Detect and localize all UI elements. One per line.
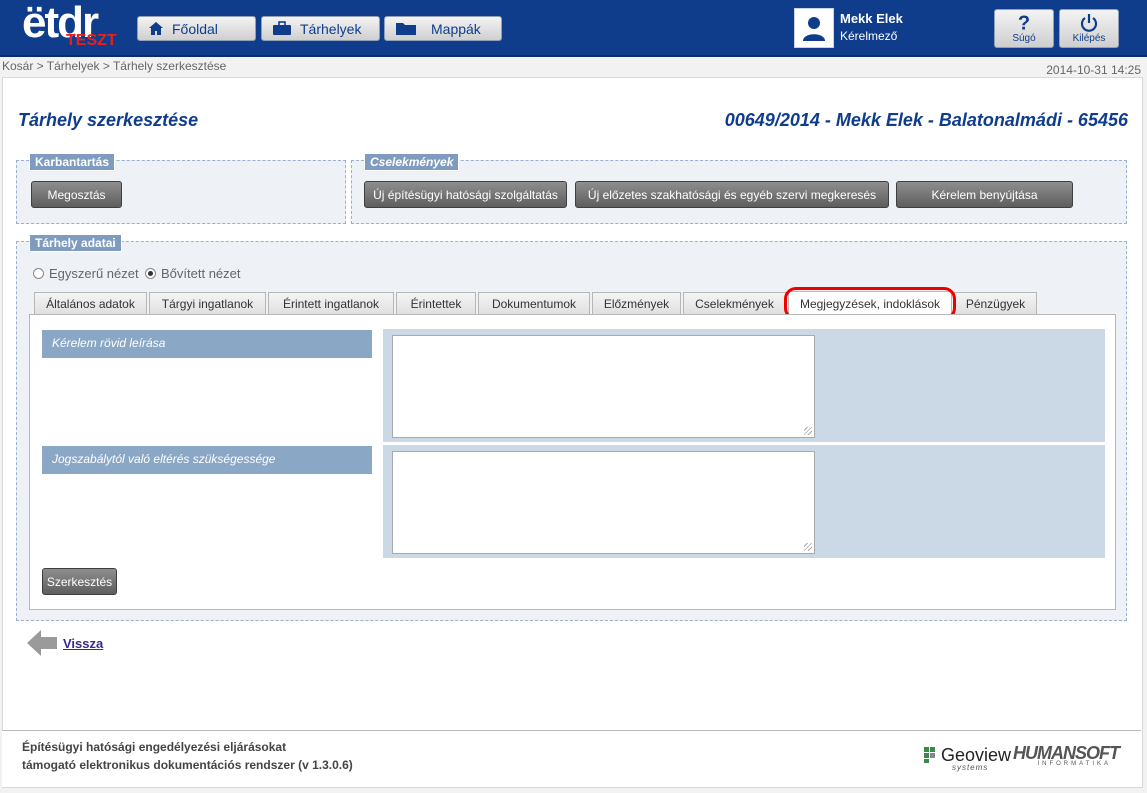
view-simple-radio[interactable]: Egyszerű nézet	[33, 266, 139, 281]
share-button[interactable]: Megosztás	[31, 181, 122, 208]
actions-fieldset: Cselekmények Új építésügyi hatósági szol…	[351, 153, 1127, 224]
field-area-short-description	[383, 329, 1105, 442]
top-bar: ёtdr TESZT Főoldal Tárhelyek Mappák Mekk…	[0, 0, 1147, 57]
short-description-textarea[interactable]	[392, 335, 815, 438]
avatar	[794, 8, 834, 48]
humansoft-logo[interactable]: HUMANSOFT INFORMATIKA	[1013, 743, 1120, 767]
home-icon	[149, 22, 163, 35]
current-datetime: 2014-10-31 14:25	[1046, 63, 1141, 77]
new-preliminary-request-button[interactable]: Új előzetes szakhatósági és egyéb szervi…	[575, 181, 889, 208]
svg-text:?: ?	[1018, 13, 1030, 33]
field-label-short-description: Kérelem rövid leírása	[42, 330, 372, 358]
tab-finances[interactable]: Pénzügyek	[954, 292, 1037, 314]
view-simple-label: Egyszerű nézet	[49, 266, 139, 281]
tab-panel: Kérelem rövid leírása Jogszabálytól való…	[29, 314, 1116, 610]
nav-home-button[interactable]: Főoldal	[137, 16, 256, 41]
footer-line-1: Építésügyi hatósági engedélyezési eljárá…	[22, 740, 287, 754]
briefcase-icon	[273, 21, 291, 35]
tab-actions[interactable]: Cselekmények	[683, 292, 786, 314]
breadcrumb[interactable]: Kosár > Tárhelyek > Tárhely szerkesztése	[2, 59, 226, 73]
view-extended-label: Bővített nézet	[161, 266, 241, 281]
page-title: Tárhely szerkesztése	[18, 110, 199, 130]
breadcrumb-bar: Kosár > Tárhelyek > Tárhely szerkesztése…	[0, 57, 1147, 77]
humansoft-sub: INFORMATIKA	[1037, 761, 1111, 767]
resize-grip-icon[interactable]	[804, 543, 812, 551]
case-reference: 00649/2014 - Mekk Elek - Balatonalmádi -…	[724, 110, 1128, 130]
edit-button[interactable]: Szerkesztés	[42, 568, 117, 595]
question-icon: ?	[1018, 13, 1030, 33]
power-icon	[1080, 14, 1098, 32]
logo-test-badge: TESZT	[66, 32, 117, 49]
logout-label: Kilépés	[1072, 33, 1106, 44]
storage-data-legend: Tárhely adatai	[29, 234, 122, 252]
footer-line-2: támogató elektronikus dokumentációs rend…	[22, 758, 353, 772]
user-info[interactable]: Mekk Elek Kérelmező	[794, 8, 984, 48]
user-role: Kérelmező	[840, 29, 898, 43]
back-label[interactable]: Vissza	[63, 636, 103, 651]
maintenance-legend: Karbantartás	[29, 153, 116, 171]
geoview-logo[interactable]: Geoview systems	[923, 745, 1011, 772]
footer: Építésügyi hatósági engedélyezési eljárá…	[2, 730, 1141, 787]
new-authority-service-button[interactable]: Új építésügyi hatósági szolgáltatás	[364, 181, 567, 208]
nav-storage-label: Tárhelyek	[300, 20, 362, 37]
nav-folders-label: Mappák	[431, 20, 481, 37]
back-arrow-icon	[27, 630, 57, 656]
help-label: Súgó	[1012, 33, 1036, 44]
nav-folders-button[interactable]: Mappák	[384, 16, 502, 41]
back-link[interactable]: Vissza	[25, 628, 103, 658]
tab-history[interactable]: Előzmények	[592, 292, 681, 314]
actions-legend: Cselekmények	[364, 153, 460, 171]
maintenance-fieldset: Karbantartás Megosztás	[16, 153, 346, 224]
app-logo[interactable]: ёtdr TESZT	[22, 0, 122, 50]
field-area-legal-deviation	[383, 445, 1105, 558]
field-label-legal-deviation: Jogszabálytól való eltérés szükségessége	[42, 446, 372, 474]
logout-button[interactable]: Kilépés	[1059, 9, 1119, 48]
radio-selected-icon	[145, 268, 156, 279]
tab-affected-properties[interactable]: Érintett ingatlanok	[268, 292, 394, 314]
tab-general-data[interactable]: Általános adatok	[34, 292, 147, 314]
nav-home-label: Főoldal	[172, 20, 218, 37]
geoview-text: Geoview	[940, 745, 1011, 765]
legal-deviation-textarea[interactable]	[392, 451, 815, 554]
submit-application-button[interactable]: Kérelem benyújtása	[896, 181, 1073, 208]
nav-storage-button[interactable]: Tárhelyek	[261, 16, 380, 41]
geoview-mark-icon	[923, 747, 935, 763]
tab-subject-properties[interactable]: Tárgyi ingatlanok	[149, 292, 266, 314]
geoview-sub: systems	[951, 763, 989, 772]
help-button[interactable]: ? Súgó	[994, 9, 1054, 48]
main-content: Tárhely szerkesztése 00649/2014 - Mekk E…	[2, 77, 1143, 788]
user-name: Mekk Elek	[840, 11, 903, 26]
tab-affected-parties[interactable]: Érintettek	[396, 292, 476, 314]
tab-documents[interactable]: Dokumentumok	[478, 292, 590, 314]
humansoft-text: HUMANSOFT	[1013, 743, 1120, 763]
view-extended-radio[interactable]: Bővített nézet	[145, 266, 241, 281]
resize-grip-icon[interactable]	[804, 427, 812, 435]
radio-unselected-icon	[33, 268, 44, 279]
folder-icon	[396, 23, 416, 35]
user-icon	[803, 17, 825, 41]
